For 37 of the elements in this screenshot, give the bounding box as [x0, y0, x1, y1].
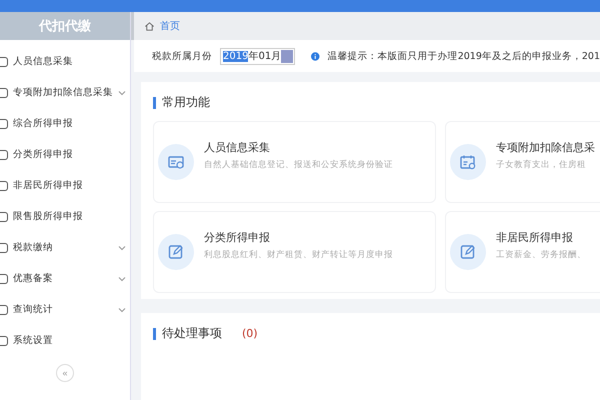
card-description: 子女教育支出，住房租 [496, 158, 587, 170]
sidebar-item[interactable]: 限售股所得申报 [0, 201, 130, 232]
sidebar-item[interactable]: 专项附加扣除信息采集 [0, 77, 130, 108]
home-icon [144, 20, 155, 32]
sidebar-item[interactable]: 人员信息采集 [0, 46, 130, 77]
card-description: 利息股息红利、财产租赁、财产转让等月度申报 [204, 248, 393, 260]
sidebar-item[interactable]: 查询统计 [0, 294, 130, 325]
sidebar-item[interactable]: 税款缴纳 [0, 232, 130, 263]
function-card[interactable]: 人员信息采集 自然人基础信息登记、报送和公安系统身份验证 [153, 121, 436, 203]
title-marker [153, 328, 156, 340]
section-title: 待处理事项 [162, 325, 222, 342]
card-description: 自然人基础信息登记、报送和公安系统身份验证 [204, 158, 393, 170]
calendar-icon [459, 153, 477, 171]
sidebar-title: 代扣代缴 [0, 12, 130, 40]
info-icon [311, 50, 320, 62]
sidebar-item[interactable]: 综合所得申报 [0, 108, 130, 139]
card-title: 专项附加扣除信息采 [496, 140, 595, 154]
sidebar-item[interactable]: 系统设置 [0, 325, 130, 356]
title-marker [153, 96, 156, 108]
function-card[interactable]: 专项附加扣除信息采 子女教育支出，住房租 [445, 121, 600, 203]
dropdown-button[interactable] [281, 50, 294, 62]
tip-text: 温馨提示：本版面只用于办理2019年及之后的申报业务，201 [328, 50, 600, 62]
card-title: 分类所得申报 [204, 230, 271, 244]
edit-icon [167, 243, 185, 261]
function-card[interactable]: 非居民所得申报 工资薪金、劳务报酬、 [445, 211, 600, 293]
month-label: 税款所属月份 [152, 50, 212, 62]
sidebar-item[interactable]: 分类所得申报 [0, 139, 130, 170]
month-field[interactable]: 2019年01月 [220, 48, 296, 64]
pending-count: (0) [242, 327, 258, 340]
card-description: 工资薪金、劳务报酬、 [496, 248, 586, 260]
function-card[interactable]: 分类所得申报 利息股息红利、财产租赁、财产转让等月度申报 [153, 211, 436, 293]
edit-icon [459, 243, 477, 261]
section-title: 常用功能 [162, 94, 210, 111]
sidebar-item[interactable]: 非居民所得申报 [0, 170, 130, 201]
sidebar-item[interactable]: 优惠备案 [0, 263, 130, 294]
card-title: 非居民所得申报 [496, 230, 574, 244]
card-title: 人员信息采集 [204, 140, 271, 154]
